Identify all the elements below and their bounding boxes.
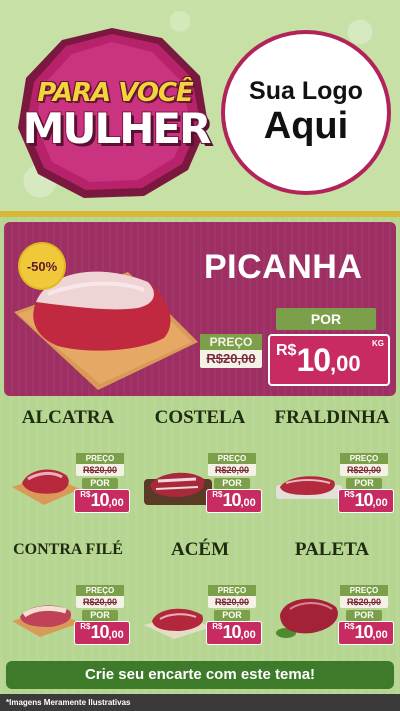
preco-label: PREÇO [208, 453, 256, 464]
por-label: POR [214, 478, 250, 489]
old-price: R$20,00 [214, 597, 250, 607]
product-card-contra-file[interactable]: CONTRA FILÉ PREÇO R$20,00 POR R$10,00 [4, 539, 132, 665]
main-content: -50% PICANHA PREÇO R$20,00 POR R$10,00 K… [0, 217, 400, 711]
featured-product-card[interactable]: -50% PICANHA PREÇO R$20,00 POR R$10,00 K… [4, 222, 396, 396]
badge-title-line2: MULHER [22, 104, 212, 153]
product-card-fraldinha[interactable]: FRALDINHA PREÇO R$20,00 POR R$10,00 [268, 407, 396, 533]
price-currency: R$ [344, 622, 355, 631]
por-label: POR [276, 308, 376, 330]
costela-image [144, 472, 212, 505]
create-flyer-button[interactable]: Crie seu encarte com este tema! [6, 661, 394, 689]
product-price: R$10,00 [338, 621, 394, 645]
price-integer: 10 [222, 490, 241, 510]
price-decimal: ,00 [240, 629, 256, 641]
product-price: R$10,00 [74, 621, 130, 645]
product-name: PALETA [294, 539, 370, 560]
price-integer: 10 [354, 622, 373, 642]
por-label: POR [346, 478, 382, 489]
featured-product-name: PICANHA [204, 248, 363, 286]
preco-label: PREÇO [200, 334, 262, 350]
old-price-box: PREÇO R$20,00 [200, 334, 262, 368]
preco-label: PREÇO [340, 585, 388, 596]
price-decimal: ,00 [108, 629, 124, 641]
acem-image [144, 608, 212, 639]
product-price: R$10,00 [206, 621, 262, 645]
old-price-box: PREÇO R$20,00 [340, 453, 388, 476]
old-price-box: PREÇO R$20,00 [340, 585, 388, 608]
logo-text-line2: Aqui [263, 105, 349, 148]
price-currency: R$ [212, 622, 223, 631]
old-price-box: PREÇO R$20,00 [76, 585, 124, 608]
product-card-costela[interactable]: COSTELA PREÇO R$20,00 POR R$10,00 [136, 407, 264, 533]
por-label: POR [346, 610, 382, 621]
product-name: ACÉM [170, 539, 230, 560]
price-currency: R$ [276, 342, 297, 359]
logo-placeholder[interactable]: Sua Logo Aqui [221, 30, 391, 195]
product-price: R$10,00 [74, 489, 130, 513]
product-name: FRALDINHA [274, 407, 390, 428]
header: PARA VOCÊ MULHER Sua Logo Aqui [0, 0, 400, 213]
old-price: R$20,00 [214, 465, 250, 475]
price-unit: KG [372, 339, 384, 348]
price-decimal: ,00 [372, 497, 388, 509]
price-currency: R$ [344, 490, 355, 499]
old-price: R$20,00 [346, 465, 382, 475]
preco-label: PREÇO [208, 585, 256, 596]
logo-text-line1: Sua Logo [249, 77, 363, 106]
product-name: CONTRA FILÉ [13, 541, 123, 558]
price-decimal: ,00 [330, 351, 361, 376]
old-price-box: PREÇO R$20,00 [208, 585, 256, 608]
disclaimer-note: *Imagens Meramente Ilustrativas [0, 694, 400, 711]
price-decimal: ,00 [240, 497, 256, 509]
price-decimal: ,00 [108, 497, 124, 509]
por-label: POR [82, 610, 118, 621]
price-decimal: ,00 [372, 629, 388, 641]
price-integer: 10 [296, 342, 331, 378]
product-card-alcatra[interactable]: ALCATRA PREÇO R$20,00 POR R$10,00 [4, 407, 132, 533]
price-integer: 10 [90, 622, 109, 642]
old-price: R$20,00 [206, 351, 256, 366]
price-integer: 10 [90, 490, 109, 510]
preco-label: PREÇO [340, 453, 388, 464]
por-label: POR [82, 478, 118, 489]
old-price-box: PREÇO R$20,00 [208, 453, 256, 476]
old-price: R$20,00 [346, 597, 382, 607]
paleta-image [276, 598, 338, 638]
price-currency: R$ [212, 490, 223, 499]
price-integer: 10 [354, 490, 373, 510]
por-label: POR [214, 610, 250, 621]
product-price: R$10,00 [338, 489, 394, 513]
product-card-paleta[interactable]: PALETA PREÇO R$20,00 POR R$10,00 [268, 539, 396, 665]
product-name: ALCATRA [21, 407, 115, 428]
fraldinha-image [276, 476, 342, 499]
alcatra-image [12, 469, 80, 505]
preco-label: PREÇO [76, 585, 124, 596]
price-currency: R$ [80, 490, 91, 499]
product-card-acem[interactable]: ACÉM PREÇO R$20,00 POR R$10,00 [136, 539, 264, 665]
contra-file-image [12, 605, 80, 637]
preco-label: PREÇO [76, 453, 124, 464]
old-price: R$20,00 [82, 597, 118, 607]
featured-price: R$10,00 KG [268, 334, 390, 386]
old-price-box: PREÇO R$20,00 [76, 453, 124, 476]
product-price: R$10,00 [206, 489, 262, 513]
product-name: COSTELA [154, 407, 246, 428]
campaign-badge: PARA VOCÊ MULHER [12, 24, 212, 204]
old-price: R$20,00 [82, 465, 118, 475]
price-currency: R$ [80, 622, 91, 631]
price-integer: 10 [222, 622, 241, 642]
discount-badge: -50% [20, 244, 64, 288]
